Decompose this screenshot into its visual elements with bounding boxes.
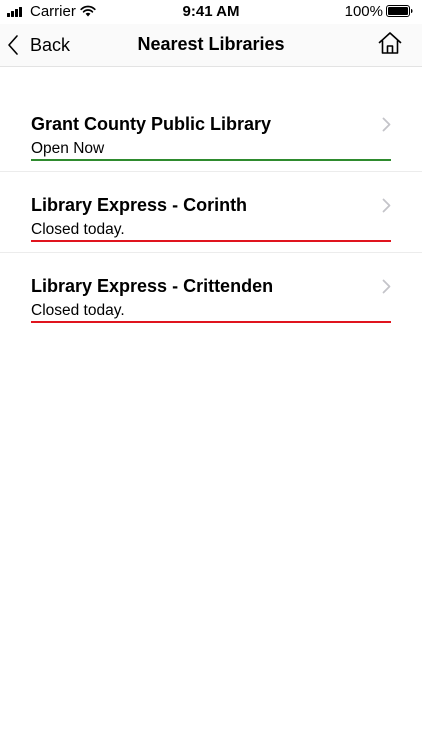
home-icon[interactable] [377, 30, 403, 56]
page-title: Nearest Libraries [137, 34, 285, 54]
library-row[interactable]: Library Express - Corinth Closed today. [0, 171, 422, 252]
chevron-right-icon [382, 279, 391, 294]
library-name: Library Express - Corinth [31, 195, 248, 215]
library-name: Grant County Public Library [31, 114, 272, 134]
navigation-bar: Back Nearest Libraries [0, 24, 422, 67]
library-status: Closed today. [31, 302, 125, 319]
status-indicator-line [31, 159, 391, 161]
library-list: Grant County Public Library Open Now Lib… [0, 91, 422, 333]
library-row[interactable]: Grant County Public Library Open Now [0, 91, 422, 171]
status-indicator-line [31, 321, 391, 323]
battery-percentage: 100% [344, 3, 383, 20]
library-status: Closed today. [31, 221, 125, 238]
status-bar: Carrier 9:41 AM 100% [0, 0, 422, 24]
library-name: Library Express - Crittenden [31, 276, 274, 296]
library-row[interactable]: Library Express - Crittenden Closed toda… [0, 252, 422, 333]
status-indicator-line [31, 240, 391, 242]
chevron-right-icon [382, 198, 391, 213]
library-status: Open Now [31, 140, 105, 157]
chevron-right-icon [382, 117, 391, 132]
battery-icon [386, 5, 413, 17]
